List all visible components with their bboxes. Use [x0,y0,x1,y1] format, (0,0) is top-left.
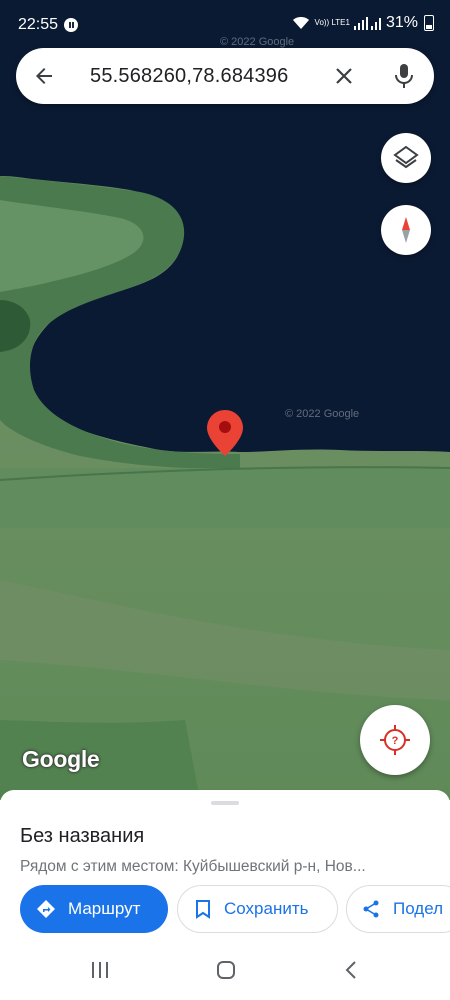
map-pin-icon[interactable] [207,410,243,456]
svg-text:?: ? [392,735,399,747]
my-location-button[interactable]: ? [360,705,430,775]
route-button[interactable]: Маршрут [20,885,168,933]
status-time: 22:55 [18,16,59,33]
battery-icon [424,15,434,31]
map-attribution-2: © 2022 Google [285,408,360,420]
share-icon [363,900,379,918]
search-input[interactable]: 55.568260,78.684396 [90,65,288,88]
status-indicators: Vo)) LTE1 31% [291,14,434,32]
network-label: Vo)) LTE1 [314,18,350,27]
wifi-icon [292,17,309,29]
map-terrain [0,0,450,800]
place-subtitle: Рядом с этим местом: Куйбышевский р-н, Н… [20,858,366,875]
recent-apps-icon[interactable] [90,961,110,979]
bookmark-icon [196,900,210,919]
location-unknown-icon: ? [380,725,410,755]
route-label: Маршрут [68,899,141,918]
arrow-left-icon[interactable] [32,64,56,88]
home-icon[interactable] [216,960,236,980]
media-notification-icon [64,18,78,32]
status-bar: 22:55 Vo)) LTE1 31% [0,0,450,44]
place-title: Без названия [20,825,145,847]
close-icon[interactable] [332,64,356,88]
share-label: Подел [393,899,444,918]
battery-percent: 31% [385,14,418,31]
save-button[interactable]: Сохранить [177,885,338,933]
layers-button[interactable] [381,133,431,183]
layers-icon [393,145,419,169]
microphone-icon[interactable] [392,62,416,90]
google-logo: Google [22,746,100,772]
compass-button[interactable] [381,205,431,255]
signal-icon [353,17,381,30]
compass-icon [402,217,410,243]
system-nav-bar [0,940,450,1000]
back-nav-icon[interactable] [344,960,358,980]
search-bar[interactable]: 55.568260,78.684396 [16,48,434,104]
satellite-map[interactable]: © 2022 Google © 2022 Google Google [0,0,450,800]
directions-icon [37,900,55,918]
save-label: Сохранить [224,899,309,918]
place-actions: Маршрут Сохранить Подел [0,885,450,935]
share-button[interactable]: Подел [346,885,450,933]
drag-handle[interactable] [211,801,239,805]
